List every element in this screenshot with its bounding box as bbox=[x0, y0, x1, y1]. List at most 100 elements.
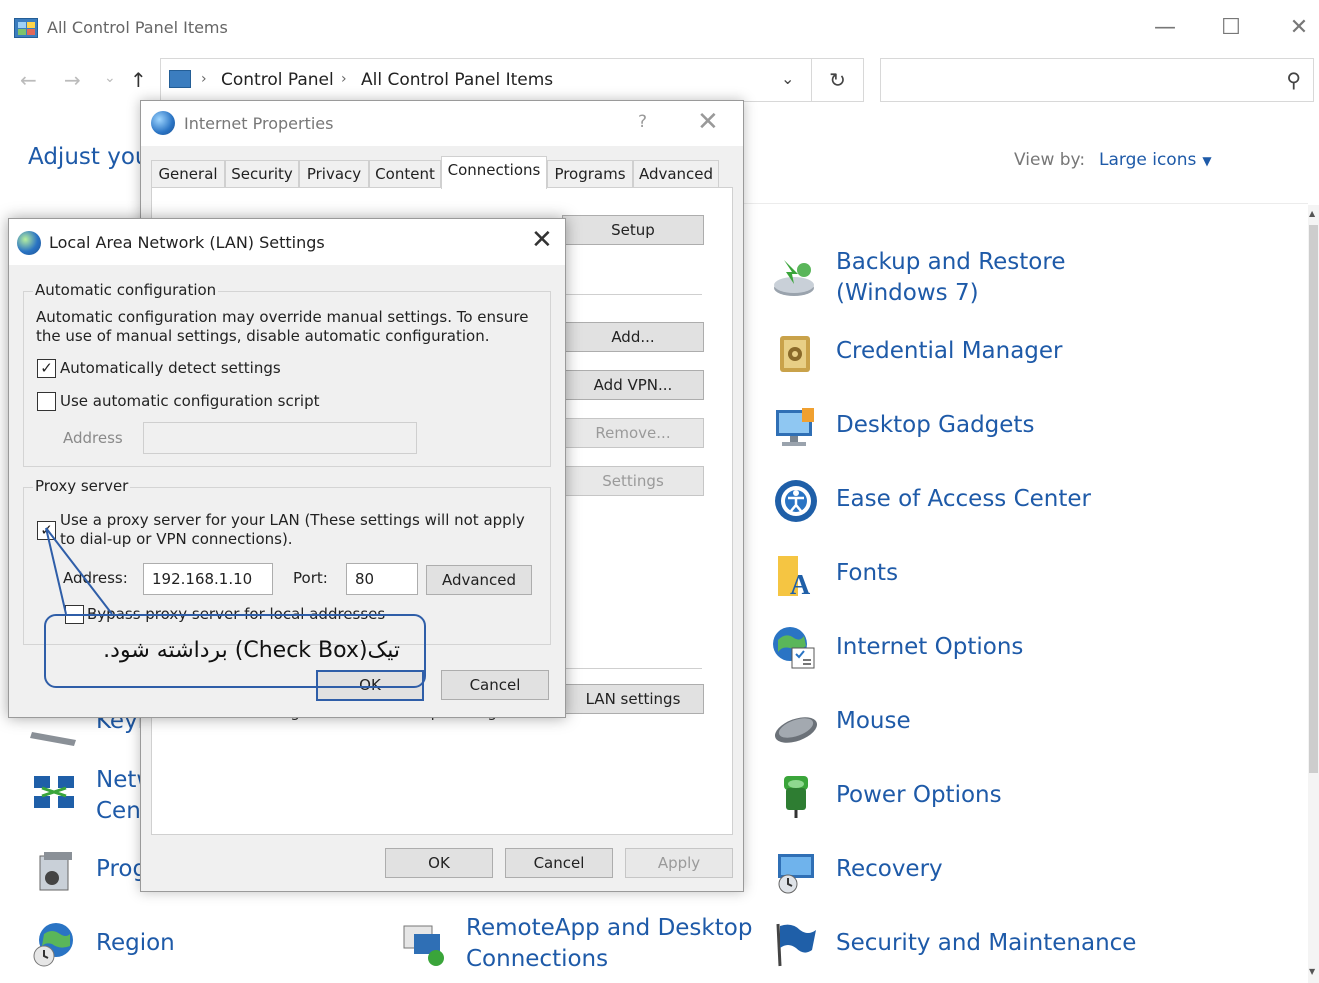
tab-security[interactable]: Security bbox=[225, 160, 299, 188]
tab-content[interactable]: Content bbox=[369, 160, 441, 188]
proxy-label[interactable]: Use a proxy server for your LAN (These s… bbox=[60, 511, 540, 549]
automatic-configuration-legend: Automatic configuration bbox=[33, 281, 219, 299]
remoteapp-icon bbox=[403, 925, 444, 966]
ease-of-access-label[interactable]: Ease of Access Center bbox=[836, 484, 1091, 515]
view-by-value: Large icons bbox=[1099, 150, 1197, 170]
proxy-address-label: Address: bbox=[63, 569, 128, 587]
tab-general[interactable]: General bbox=[151, 160, 225, 188]
help-button[interactable]: ? bbox=[638, 112, 647, 132]
lan-cancel-button[interactable]: Cancel bbox=[441, 670, 549, 700]
ease-of-access-icon bbox=[775, 480, 817, 522]
search-input[interactable]: ⚲ bbox=[880, 58, 1314, 102]
proxy-advanced-button[interactable]: Advanced bbox=[426, 565, 532, 595]
tab-programs[interactable]: Programs bbox=[547, 160, 633, 188]
mouse-icon bbox=[774, 717, 818, 743]
recent-locations-button[interactable]: ⌄ bbox=[104, 70, 116, 86]
lan-settings-icon bbox=[17, 231, 41, 255]
fonts-icon: A bbox=[778, 556, 811, 600]
divider bbox=[562, 294, 702, 295]
view-by-label: View by: bbox=[1014, 150, 1086, 170]
view-by-dropdown[interactable]: Large icons ▼ bbox=[1099, 150, 1212, 170]
auto-detect-label[interactable]: Automatically detect settings bbox=[60, 359, 281, 378]
add-vpn-button[interactable]: Add VPN... bbox=[562, 370, 704, 400]
programs-icon bbox=[39, 852, 72, 891]
remoteapp-label[interactable]: RemoteApp and Desktop Connections bbox=[466, 913, 752, 975]
auto-detect-checkbox[interactable]: ✓ bbox=[37, 359, 56, 378]
setup-button[interactable]: Setup bbox=[562, 215, 704, 245]
tab-privacy[interactable]: Privacy bbox=[299, 160, 369, 188]
ok-button[interactable]: OK bbox=[385, 848, 493, 878]
automatic-configuration-description: Automatic configuration may override man… bbox=[36, 308, 529, 345]
recovery-label[interactable]: Recovery bbox=[836, 854, 943, 885]
svg-text:A: A bbox=[790, 570, 811, 600]
scroll-down-icon[interactable]: ▼ bbox=[1309, 967, 1315, 976]
maximize-button[interactable]: ☐ bbox=[1216, 14, 1246, 44]
forward-button[interactable]: → bbox=[64, 68, 81, 92]
breadcrumb-separator: › bbox=[341, 71, 347, 87]
region-icon bbox=[33, 923, 73, 967]
proxy-port-label: Port: bbox=[293, 569, 328, 587]
back-button[interactable]: ← bbox=[20, 68, 37, 92]
proxy-server-legend: Proxy server bbox=[33, 477, 131, 495]
backup-icon bbox=[774, 260, 814, 296]
proxy-address-input[interactable]: 192.168.1.10 bbox=[143, 563, 273, 595]
search-icon[interactable]: ⚲ bbox=[1286, 68, 1301, 92]
proxy-checkbox[interactable]: ✓ bbox=[37, 521, 56, 540]
scrollbar-thumb[interactable] bbox=[1309, 225, 1318, 773]
caret-down-icon: ▼ bbox=[1202, 154, 1212, 168]
internet-options-icon bbox=[773, 627, 815, 669]
recovery-icon bbox=[778, 854, 814, 894]
security-label[interactable]: Security and Maintenance bbox=[836, 928, 1136, 959]
lan-settings-titlebar: Local Area Network (LAN) Settings ✕ bbox=[9, 219, 565, 265]
auto-script-label[interactable]: Use automatic configuration script bbox=[60, 392, 319, 411]
remove-button[interactable]: Remove... bbox=[562, 418, 704, 448]
cancel-button[interactable]: Cancel bbox=[505, 848, 613, 878]
script-address-input[interactable] bbox=[143, 422, 417, 454]
window-titlebar: All Control Panel Items — ☐ ✕ bbox=[0, 0, 1319, 56]
up-button[interactable]: ↑ bbox=[130, 68, 147, 92]
security-icon bbox=[776, 923, 816, 967]
proxy-port-input[interactable]: 80 bbox=[346, 563, 418, 595]
internet-properties-titlebar: Internet Properties ? ✕ bbox=[141, 101, 743, 146]
gadgets-icon bbox=[776, 408, 814, 446]
settings-button[interactable]: Settings bbox=[562, 466, 704, 496]
auto-script-checkbox[interactable] bbox=[37, 392, 56, 411]
tab-connections[interactable]: Connections bbox=[441, 156, 547, 189]
internet-options-label[interactable]: Internet Options bbox=[836, 632, 1023, 663]
address-dropdown-icon[interactable]: ⌄ bbox=[781, 69, 794, 88]
lan-settings-button[interactable]: LAN settings bbox=[562, 684, 704, 714]
vertical-scrollbar[interactable]: ▲ ▼ bbox=[1308, 205, 1319, 983]
internet-properties-title: Internet Properties bbox=[184, 114, 334, 133]
control-panel-icon bbox=[14, 18, 38, 38]
minimize-button[interactable]: — bbox=[1150, 14, 1180, 44]
page-heading: Adjust you bbox=[28, 144, 150, 170]
mouse-label[interactable]: Mouse bbox=[836, 706, 911, 737]
lan-settings-close-button[interactable]: ✕ bbox=[531, 225, 553, 255]
tab-advanced[interactable]: Advanced bbox=[633, 160, 719, 188]
window-title: All Control Panel Items bbox=[47, 18, 228, 37]
lan-settings-title: Local Area Network (LAN) Settings bbox=[49, 233, 325, 252]
breadcrumb-separator: › bbox=[201, 71, 207, 87]
power-icon bbox=[784, 776, 808, 818]
fonts-label[interactable]: Fonts bbox=[836, 558, 898, 589]
breadcrumb-all-items[interactable]: All Control Panel Items bbox=[361, 70, 553, 90]
navigation-bar: ← → ⌄ ↑ › Control Panel › All Control Pa… bbox=[0, 58, 1319, 104]
annotation-text: تیک(Check Box) برداشته شود. bbox=[103, 638, 400, 663]
breadcrumb-control-panel[interactable]: Control Panel bbox=[221, 70, 334, 90]
power-label[interactable]: Power Options bbox=[836, 780, 1002, 811]
scroll-up-icon[interactable]: ▲ bbox=[1309, 209, 1315, 218]
add-button[interactable]: Add... bbox=[562, 322, 704, 352]
close-button[interactable]: ✕ bbox=[1284, 14, 1314, 44]
gadgets-label[interactable]: Desktop Gadgets bbox=[836, 410, 1034, 441]
credential-icon bbox=[780, 336, 810, 372]
backup-label[interactable]: Backup and Restore (Windows 7) bbox=[836, 247, 1066, 309]
apply-button[interactable]: Apply bbox=[625, 848, 733, 878]
internet-properties-icon bbox=[151, 111, 175, 135]
refresh-button[interactable]: ↻ bbox=[812, 58, 864, 102]
internet-properties-close-button[interactable]: ✕ bbox=[697, 107, 719, 137]
address-bar[interactable]: › Control Panel › All Control Panel Item… bbox=[160, 58, 812, 102]
region-label[interactable]: Region bbox=[96, 928, 175, 959]
control-panel-icon bbox=[169, 70, 191, 88]
script-address-label: Address bbox=[63, 429, 123, 447]
credential-label[interactable]: Credential Manager bbox=[836, 336, 1063, 367]
